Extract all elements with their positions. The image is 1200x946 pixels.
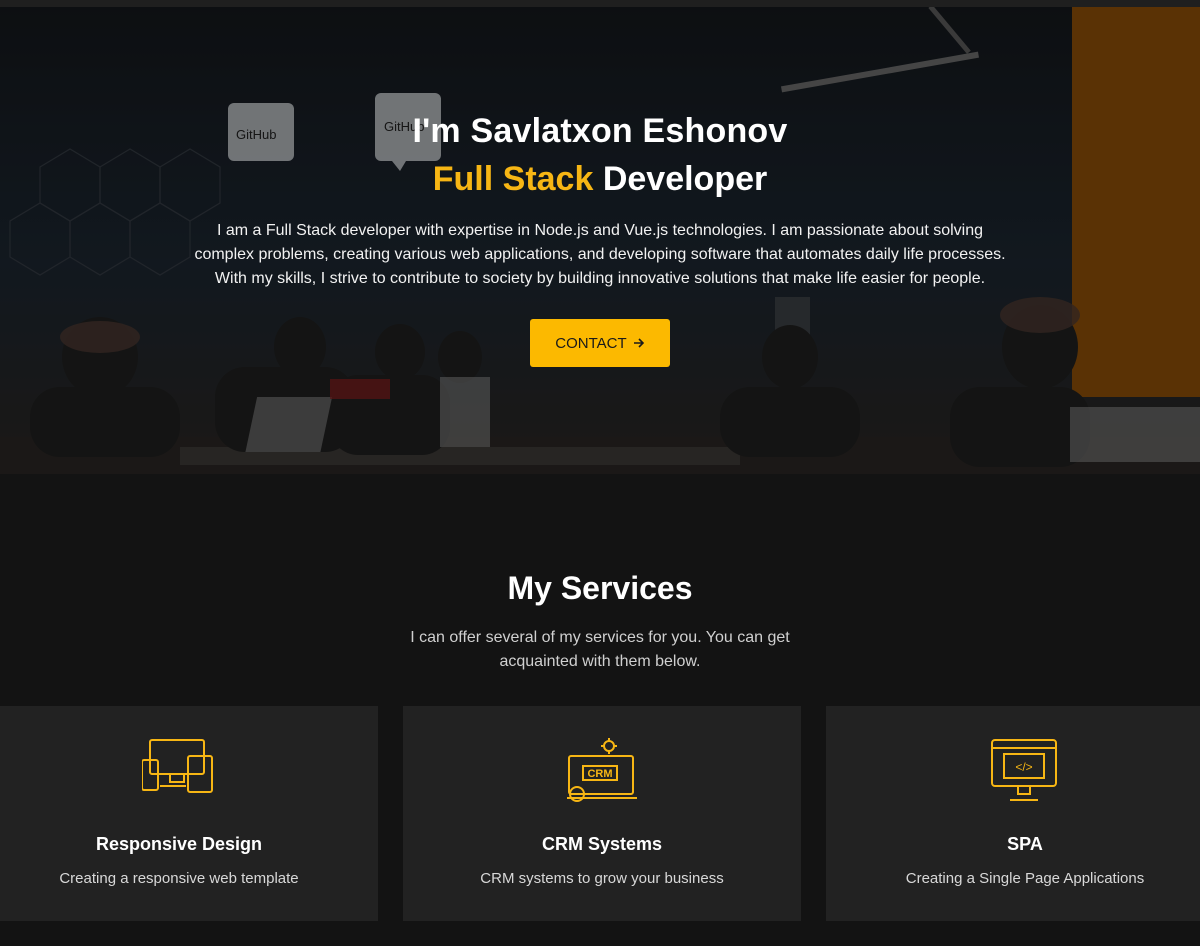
hero-section: GitHub GitHub I'm Savlatxon Eshonov Full… — [0, 7, 1200, 474]
responsive-devices-icon — [142, 739, 213, 793]
service-card-responsive-design[interactable]: Responsive Design Creating a responsive … — [0, 706, 378, 921]
hero-role-rest: Developer — [602, 160, 768, 198]
service-card-desc: Creating a responsive web template — [59, 870, 299, 887]
services-section: My Services I can offer several of my se… — [0, 474, 1200, 946]
service-card-crm-systems[interactable]: CRM CRM Systems CRM systems to grow your… — [403, 706, 801, 921]
hero-role-accent: Full Stack — [432, 160, 594, 198]
service-card-desc: CRM systems to grow your business — [480, 870, 724, 887]
service-card-title: CRM Systems — [541, 834, 663, 854]
services-title: My Services — [507, 570, 693, 606]
services-subtitle: I can offer several of my services for y… — [410, 629, 790, 670]
hero-description: I am a Full Stack developer with experti… — [194, 222, 1006, 287]
arrow-right-icon — [633, 338, 644, 348]
svg-text:CRM: CRM — [587, 768, 612, 780]
contact-button[interactable]: CONTACT — [530, 319, 670, 367]
service-card-title: SPA — [1007, 834, 1043, 854]
crm-icon: CRM — [567, 738, 637, 802]
code-monitor-icon: </> — [991, 739, 1057, 801]
svg-text:</>: </> — [1015, 760, 1032, 774]
service-card-title: Responsive Design — [95, 834, 263, 854]
hero-role: Full Stack Developer — [0, 155, 1200, 203]
contact-button-label: CONTACT — [555, 334, 627, 352]
top-bar — [0, 0, 1200, 7]
services-cards: Responsive Design Creating a responsive … — [0, 706, 1200, 921]
hero-title: I'm Savlatxon Eshonov — [412, 112, 788, 150]
hero-content: I'm Savlatxon Eshonov Full Stack Develop… — [0, 107, 1200, 367]
service-card-spa[interactable]: </> SPA Creating a Single Page Applicati… — [826, 706, 1200, 921]
service-card-desc: Creating a Single Page Applications — [905, 870, 1145, 887]
